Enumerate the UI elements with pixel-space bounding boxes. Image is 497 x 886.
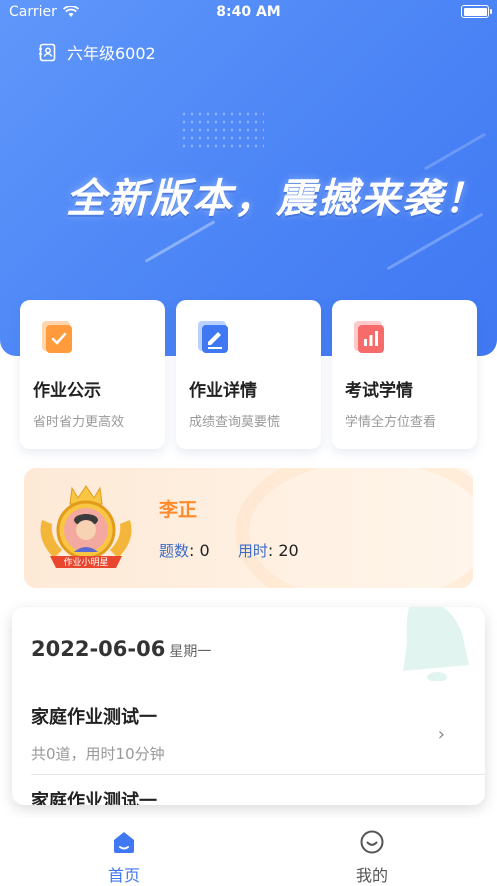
homework-star-card[interactable]: 作业小明星 李正 题数: 0 用时: 20 xyxy=(24,468,473,588)
decor-streak xyxy=(144,220,216,263)
time-value: 20 xyxy=(278,541,299,560)
feature-cards: 作业公示 省时省力更高效 作业详情 成绩查询莫要慌 考试学情 学情全方位查看 xyxy=(20,300,477,449)
bar-chart-doc-icon xyxy=(354,321,384,353)
contact-book-icon xyxy=(39,43,56,61)
decor-dots xyxy=(180,110,264,150)
tab-label: 首页 xyxy=(107,866,140,885)
count-value: 0 xyxy=(199,541,210,560)
bell-decor-icon xyxy=(403,607,469,681)
chevron-right-icon: › xyxy=(437,724,445,745)
status-time: 8:40 AM xyxy=(216,4,281,20)
approval-doc-icon xyxy=(42,321,72,353)
home-icon xyxy=(114,832,134,853)
card-subtitle: 省时省力更高效 xyxy=(33,415,125,430)
medal-ribbon-text: 作业小明星 xyxy=(63,556,108,568)
card-title: 考试学情 xyxy=(345,381,413,401)
banner-title: 全新版本，震撼来袭！ xyxy=(66,176,486,222)
battery-icon xyxy=(461,5,492,18)
homework-item-title: 家庭作业测试一 xyxy=(31,707,157,728)
card-exam-analysis[interactable]: 考试学情 学情全方位查看 xyxy=(332,300,477,449)
tab-profile[interactable]: 我的 xyxy=(332,830,412,886)
divider xyxy=(31,774,485,775)
decor-streak xyxy=(423,132,487,171)
class-name: 六年级6002 xyxy=(67,44,156,63)
weekday-text: 星期一 xyxy=(169,644,212,660)
status-bar: Carrier 8:40 AM xyxy=(0,0,497,26)
edit-doc-icon xyxy=(198,321,228,353)
tab-label: 我的 xyxy=(355,866,388,885)
card-title: 作业公示 xyxy=(33,381,101,401)
homework-item-title[interactable]: 家庭作业测试一 xyxy=(31,787,157,805)
homework-item-subtitle: 共0道，用时10分钟 xyxy=(31,745,165,763)
star-medal-badge: 作业小明星 xyxy=(40,485,132,568)
decor-wave xyxy=(235,468,473,588)
card-homework-detail[interactable]: 作业详情 成绩查询莫要慌 xyxy=(176,300,321,449)
card-title: 作业详情 xyxy=(189,381,257,401)
tab-bar: 首页 我的 xyxy=(0,818,497,886)
smile-profile-icon xyxy=(360,830,384,854)
tab-home[interactable]: 首页 xyxy=(84,830,164,886)
date-text: 2022-06-06 xyxy=(31,637,166,661)
class-selector[interactable]: 六年级6002 xyxy=(38,40,156,64)
student-name: 李正 xyxy=(159,499,198,521)
homework-list-card: 2022-06-06 星期一 家庭作业测试一 共0道，用时10分钟 › 家庭作业测… xyxy=(12,607,485,805)
time-label: 用时 xyxy=(237,542,268,560)
student-stats: 题数: 0 用时: 20 xyxy=(159,541,299,560)
card-subtitle: 成绩查询莫要慌 xyxy=(189,415,281,430)
count-label: 题数 xyxy=(159,542,190,560)
homework-date: 2022-06-06 星期一 xyxy=(31,637,211,661)
card-subtitle: 学情全方位查看 xyxy=(345,415,437,430)
card-homework-publicity[interactable]: 作业公示 省时省力更高效 xyxy=(20,300,165,449)
